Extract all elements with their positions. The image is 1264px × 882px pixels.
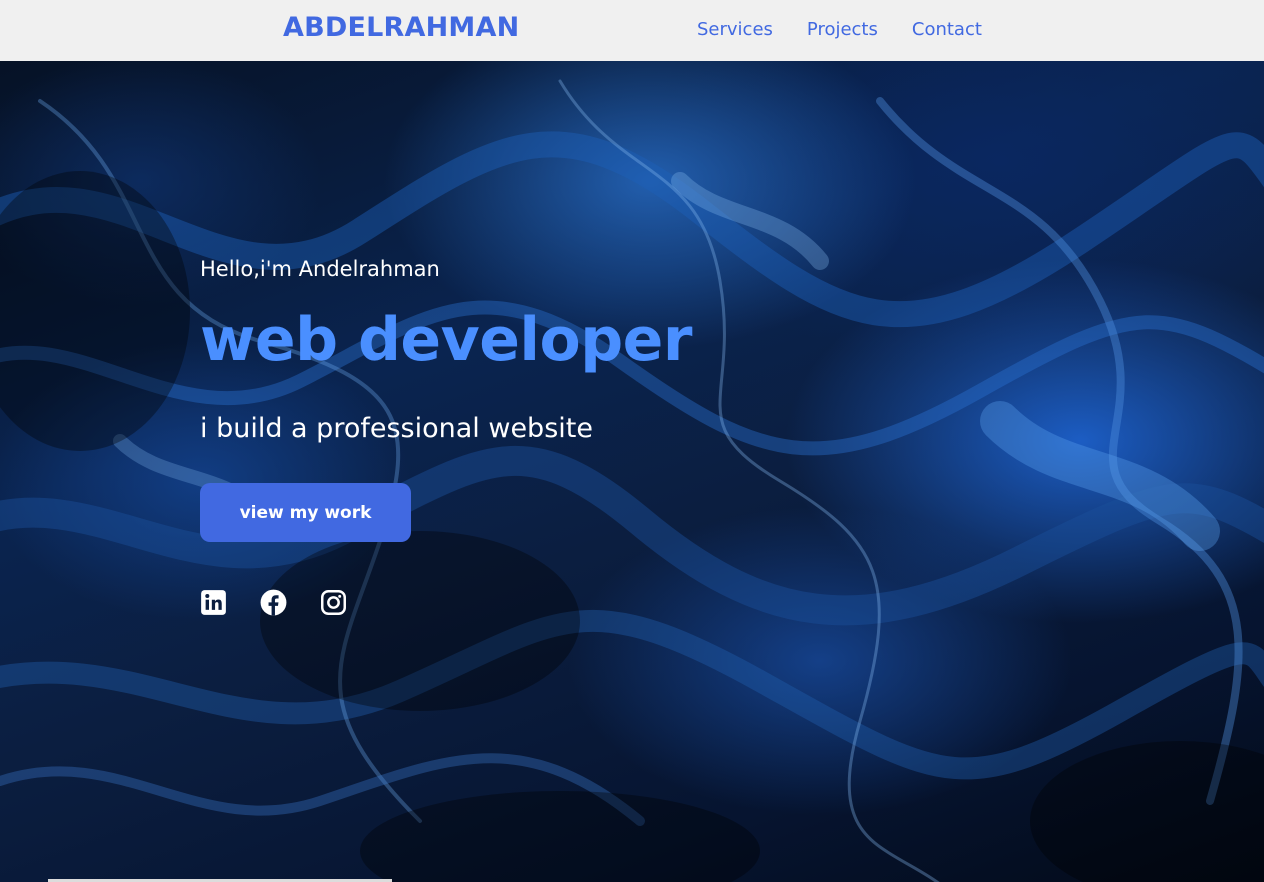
hero-section: Hello,i'm Andelrahman web developer i bu… <box>0 61 1264 882</box>
nav-link-contact[interactable]: Contact <box>912 19 982 40</box>
hero-role-title: web developer <box>200 305 692 375</box>
facebook-icon <box>260 589 287 616</box>
nav-link-services[interactable]: Services <box>697 19 773 40</box>
hero-tagline: i build a professional website <box>200 413 593 444</box>
navbar: ABDELRAHMAN Services Projects Contact <box>0 0 1264 61</box>
facebook-link[interactable] <box>260 589 287 616</box>
hero-content: Hello,i'm Andelrahman web developer i bu… <box>200 61 900 882</box>
hero-greeting: Hello,i'm Andelrahman <box>200 257 440 281</box>
instagram-link[interactable] <box>320 589 347 616</box>
linkedin-icon <box>201 590 226 615</box>
social-links <box>200 589 347 616</box>
brand-logo[interactable]: ABDELRAHMAN <box>283 12 519 43</box>
nav-links: Services Projects Contact <box>697 19 982 40</box>
view-my-work-button[interactable]: view my work <box>200 483 411 542</box>
nav-link-projects[interactable]: Projects <box>807 19 878 40</box>
instagram-icon <box>321 590 346 615</box>
linkedin-link[interactable] <box>200 589 227 616</box>
